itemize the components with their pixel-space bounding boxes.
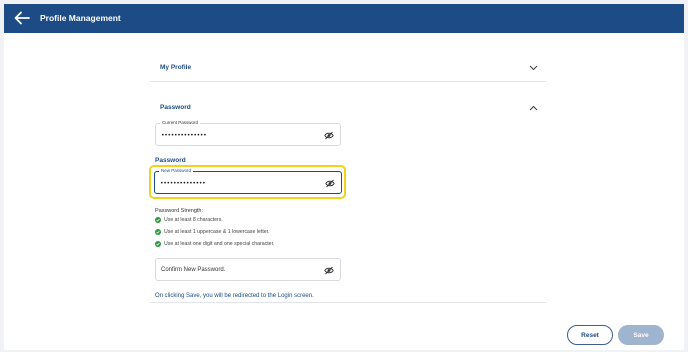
current-password-label: Current Password	[160, 120, 201, 126]
section-password[interactable]: Password	[150, 98, 546, 122]
confirm-password-placeholder: Confirm New Password.	[161, 267, 226, 273]
section-divider	[150, 81, 546, 82]
page-title: Profile Management	[40, 13, 121, 23]
check-circle-icon	[155, 241, 161, 247]
strength-rule: Use at least 8 characters.	[155, 216, 223, 224]
section-password-label: Password	[160, 104, 191, 111]
current-password-field[interactable]: Current Password ••••••••••••••	[155, 120, 341, 146]
new-password-field[interactable]: New Password ••••••••••••••	[154, 168, 342, 194]
chevron-up-icon	[529, 105, 538, 111]
new-password-label: New Password	[159, 168, 194, 174]
chevron-down-icon	[529, 65, 538, 71]
eye-off-icon[interactable]	[325, 179, 335, 188]
strength-rule-text: Use at least one digit and one special c…	[164, 241, 275, 247]
section-my-profile-label: My Profile	[160, 64, 192, 71]
strength-rule: Use at least 1 uppercase & 1 lowercase l…	[155, 228, 270, 236]
password-strength-title: Password Strength:	[155, 208, 203, 214]
app-window: Profile Management My Profile Password C…	[4, 4, 684, 350]
redirect-note: On clicking Save, you will be redirected…	[155, 293, 314, 299]
section-my-profile[interactable]: My Profile	[150, 58, 546, 82]
top-bar: Profile Management	[4, 4, 684, 33]
strength-rule-text: Use at least 1 uppercase & 1 lowercase l…	[164, 229, 270, 235]
check-circle-icon	[155, 229, 161, 235]
strength-rule-text: Use at least 8 characters.	[164, 217, 223, 223]
new-password-value: ••••••••••••••	[160, 180, 206, 187]
eye-off-icon[interactable]	[324, 131, 334, 140]
eye-off-icon[interactable]	[324, 266, 334, 275]
section-divider	[150, 302, 546, 303]
reset-button[interactable]: Reset	[567, 325, 613, 345]
confirm-password-field[interactable]: Confirm New Password.	[155, 258, 341, 281]
password-heading: Password	[155, 157, 186, 164]
strength-rule: Use at least one digit and one special c…	[155, 240, 274, 248]
check-circle-icon	[155, 217, 161, 223]
save-button[interactable]: Save	[618, 325, 664, 345]
back-arrow-icon[interactable]	[13, 10, 31, 26]
current-password-value: ••••••••••••••	[161, 132, 207, 139]
